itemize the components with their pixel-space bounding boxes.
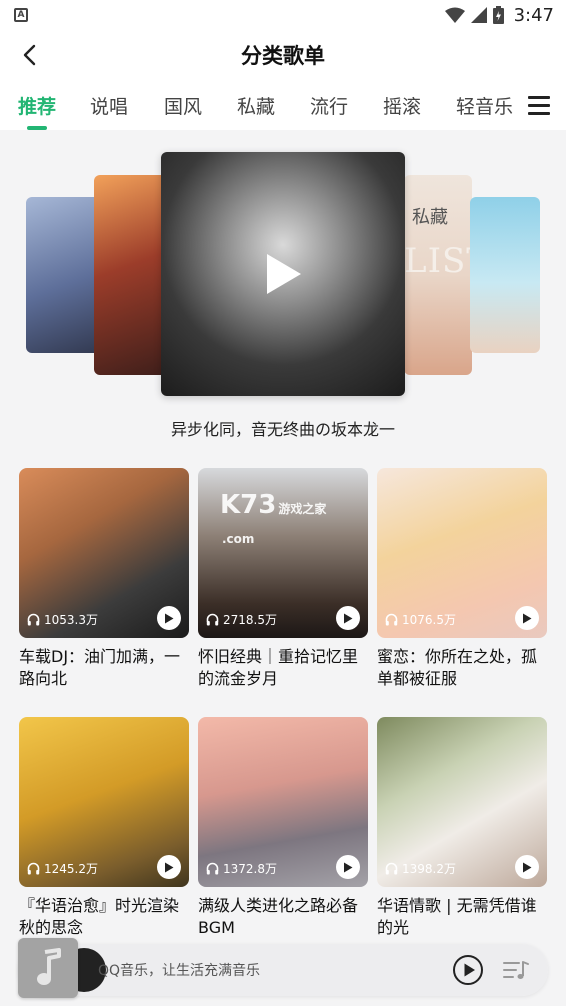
play-icon: [165, 613, 174, 623]
page-title: 分类歌单: [241, 44, 325, 68]
playlist-card[interactable]: 1076.5万 蜜恋：你所在之处，孤单都被征服: [377, 468, 547, 690]
headphone-icon: [27, 613, 40, 626]
mini-player-text: QQ音乐，让生活充满音乐: [98, 963, 261, 979]
playlist-cover[interactable]: 1245.2万: [19, 717, 189, 887]
playlist-title[interactable]: 『华语治愈』时光渲染秋的思念: [19, 895, 189, 939]
playlist-title[interactable]: 满级人类进化之路必备BGM: [198, 895, 368, 939]
play-count: 2718.5万: [206, 611, 277, 628]
banner-cover-text-large: LIST: [404, 241, 472, 281]
card-play-button[interactable]: [336, 855, 360, 879]
banner-cover-text: 私藏: [412, 207, 448, 228]
playlist-cover[interactable]: K73 游戏之家 .com 2718.5万: [198, 468, 368, 638]
music-note-icon: [37, 948, 61, 985]
playlist-card[interactable]: 1398.2万 华语情歌 | 无需凭借谁的光: [377, 717, 547, 939]
playlist-card[interactable]: 1372.8万 满级人类进化之路必备BGM: [198, 717, 368, 939]
tab-recommend[interactable]: 推荐: [18, 92, 56, 119]
battery-icon: [492, 6, 504, 24]
playlist-cover[interactable]: 1372.8万: [198, 717, 368, 887]
card-play-button[interactable]: [515, 855, 539, 879]
play-count: 1372.8万: [206, 860, 277, 877]
playlist-card[interactable]: 1245.2万 『华语治愈』时光渲染秋的思念: [19, 717, 189, 939]
play-count: 1398.2万: [385, 860, 456, 877]
banner-cover-4[interactable]: 私藏 LIST: [404, 175, 472, 375]
wifi-icon: [444, 7, 465, 23]
content-area: 私藏 LIST 异步化同，音无终曲の坂本龙一 1053.3万 车载DJ：油门加满…: [0, 130, 566, 1006]
status-bar: A 3:47: [0, 0, 566, 30]
play-count: 1245.2万: [27, 860, 98, 877]
play-icon: [344, 613, 353, 623]
card-play-button[interactable]: [157, 855, 181, 879]
playlist-title[interactable]: 华语情歌 | 无需凭借谁的光: [377, 895, 547, 939]
play-icon[interactable]: [263, 252, 303, 296]
playlist-cover[interactable]: 1398.2万: [377, 717, 547, 887]
play-icon: [344, 862, 353, 872]
playlist-card[interactable]: K73 游戏之家 .com 2718.5万 怀旧经典｜重拾记忆里的流金岁月: [198, 468, 368, 690]
mini-play-button[interactable]: [452, 954, 484, 986]
card-play-button[interactable]: [336, 606, 360, 630]
playlist-cover[interactable]: 1053.3万: [19, 468, 189, 638]
tab-rock[interactable]: 摇滚: [383, 92, 421, 119]
headphone-icon: [206, 613, 219, 626]
playlist-card[interactable]: 1053.3万 车载DJ：油门加满，一路向北: [19, 468, 189, 690]
play-count-text: 1245.2万: [44, 862, 98, 876]
tab-light-music[interactable]: 轻音乐: [456, 92, 513, 119]
watermark-logo: K73 游戏之家 .com: [220, 490, 327, 546]
play-icon: [523, 613, 532, 623]
card-play-button[interactable]: [157, 606, 181, 630]
headphone-icon: [385, 862, 398, 875]
tab-pop[interactable]: 流行: [310, 92, 348, 119]
playlist-title[interactable]: 蜜恋：你所在之处，孤单都被征服: [377, 646, 547, 690]
back-arrow-icon: [23, 44, 36, 66]
headphone-icon: [27, 862, 40, 875]
playlist-title[interactable]: 怀旧经典｜重拾记忆里的流金岁月: [198, 646, 368, 690]
mini-player[interactable]: QQ音乐，让生活充满音乐: [18, 938, 548, 998]
tab-guofeng[interactable]: 国风: [164, 92, 202, 119]
banner-caption: 异步化同，音无终曲の坂本龙一: [170, 420, 395, 439]
menu-button[interactable]: [528, 96, 550, 116]
app-notification-icon: A: [14, 8, 28, 22]
playlist-cover[interactable]: 1076.5万: [377, 468, 547, 638]
signal-icon: [470, 7, 487, 23]
tab-private[interactable]: 私藏: [237, 92, 275, 119]
play-count-text: 1372.8万: [223, 862, 277, 876]
play-count: 1053.3万: [27, 611, 98, 628]
category-tabs: 推荐 说唱 国风 私藏 流行 摇滚 轻音乐: [0, 86, 566, 130]
headphone-icon: [206, 862, 219, 875]
play-count-text: 1053.3万: [44, 613, 98, 627]
banner-cover-5[interactable]: [470, 197, 540, 353]
play-icon: [523, 862, 532, 872]
banner-carousel[interactable]: 私藏 LIST 异步化同，音无终曲の坂本龙一: [0, 130, 566, 439]
play-count: 1076.5万: [385, 611, 456, 628]
mini-player-cover[interactable]: [18, 938, 78, 998]
status-time: 3:47: [513, 4, 554, 26]
banner-cover-main[interactable]: [161, 152, 405, 396]
headphone-icon: [385, 613, 398, 626]
playlist-icon[interactable]: [502, 958, 530, 982]
playlist-title[interactable]: 车载DJ：油门加满，一路向北: [19, 646, 189, 690]
play-count-text: 2718.5万: [223, 613, 277, 627]
header: 分类歌单: [0, 30, 566, 80]
play-icon: [165, 862, 174, 872]
play-count-text: 1076.5万: [402, 613, 456, 627]
back-button[interactable]: [14, 40, 44, 70]
card-play-button[interactable]: [515, 606, 539, 630]
tab-rap[interactable]: 说唱: [90, 92, 128, 119]
play-count-text: 1398.2万: [402, 862, 456, 876]
